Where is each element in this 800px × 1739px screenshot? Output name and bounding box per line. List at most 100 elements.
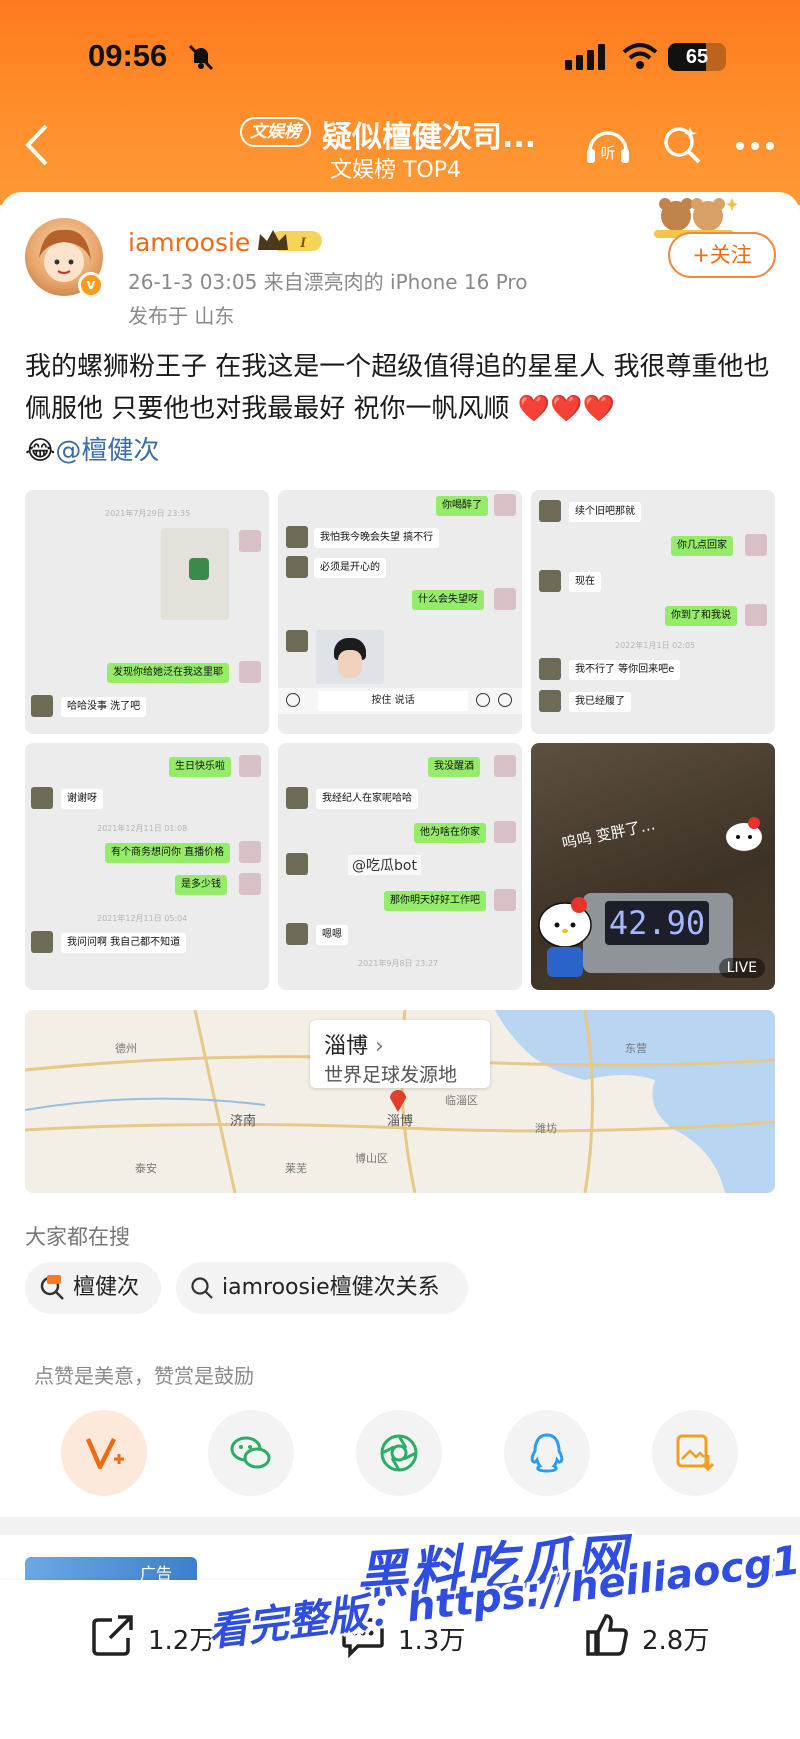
chat-avatar [494, 494, 516, 516]
chat-bubble: 续个旧吧那就 [569, 502, 641, 522]
chat-avatar [239, 530, 261, 552]
chat-screenshot-2[interactable]: 你喝醉了 我怕我今晚会失望 搞不行 必须是开心的 什么会失望呀 按住 说话 [278, 490, 522, 734]
chat-bubble: 你到了和我说 [665, 606, 737, 626]
chat-avatar [539, 570, 561, 592]
save-image-icon [676, 1434, 715, 1472]
like-button[interactable]: 2.8万 [584, 1612, 754, 1662]
chat-avatar [494, 889, 516, 911]
image-watermark: @吃瓜bot [348, 855, 421, 875]
wechat-share-button[interactable] [208, 1410, 294, 1496]
search-icon[interactable] [660, 123, 704, 167]
qq-icon [530, 1433, 564, 1473]
back-button[interactable] [18, 120, 58, 170]
chat-bubble: 你几点回家 [671, 536, 733, 556]
chat-bubble: 我经纪人在家呢哈哈 [316, 789, 418, 809]
chat-avatar [31, 787, 53, 809]
chat-bubble: 我已经履了 [569, 692, 631, 712]
chat-timestamp: 2022年1月1日 02:05 [615, 641, 696, 650]
shirt-print [189, 558, 209, 580]
chat-screenshot-4[interactable]: 生日快乐啦 谢谢呀 2021年12月11日 01:08 有个商务想问你 直播价格… [25, 743, 269, 990]
chat-avatar [31, 931, 53, 953]
member-level-text: I [299, 235, 307, 251]
chat-bubble: 现在 [569, 572, 601, 592]
hot-search-icon [40, 1275, 64, 1300]
search-chip-1[interactable]: 檀健次 [25, 1262, 161, 1314]
live-photo-badge: LIVE [718, 958, 765, 978]
search-icon [191, 1277, 213, 1299]
post-body: 我的螺狮粉王子 在我这是一个超级值得追的星星人 我很尊重他也佩服他 只要他也对我… [25, 346, 775, 472]
chat-input-bar: 按住 说话 [278, 688, 522, 714]
chat-bubble: 我不行了 等你回来吧e [569, 660, 681, 680]
chat-bubble: 哈哈没事 洗了吧 [61, 697, 147, 717]
search-chip-2[interactable]: iamroosie檀健次关系 [176, 1262, 468, 1314]
chat-screenshot-1[interactable]: 2021年7月29日 23:35 发现你给她泛在我这里耶 哈哈没事 洗了吧 [25, 490, 269, 734]
post-meta: 26-1-3 03:05 来自漂亮肉的 iPhone 16 Pro [128, 270, 528, 294]
chat-bubble: 发现你给她泛在我这里耶 [107, 663, 229, 683]
member-crown-icon[interactable]: I [256, 226, 326, 256]
chat-bubble: 生日快乐啦 [169, 757, 231, 777]
vplus-icon [85, 1437, 124, 1470]
chat-timestamp: 2021年9月8日 23:27 [358, 959, 439, 968]
chat-avatar [539, 658, 561, 680]
chat-screenshot-5[interactable]: 我没醒酒 我经纪人在家呢哈哈 他为啥在你家 @吃瓜bot 那你明天好好工作吧 嗯… [278, 743, 522, 990]
chat-avatar [239, 873, 261, 895]
map-city: 淄博 › [324, 1028, 384, 1060]
chat-bubble: 我怕我今晚会失望 搞不行 [314, 528, 440, 548]
thumbs-up-icon [586, 1614, 628, 1656]
username[interactable]: iamroosie [128, 228, 250, 257]
mention-link[interactable]: @檀健次 [55, 436, 159, 466]
map-location-label[interactable]: 淄博 › 世界足球发源地 [310, 1020, 490, 1088]
hello-kitty-icon [726, 817, 762, 851]
hello-kitty-sticker-icon [538, 897, 592, 977]
more-icon[interactable] [730, 126, 780, 166]
map-place: 济南 [230, 1114, 257, 1129]
verified-badge-icon: v [78, 272, 104, 298]
battery-indicator: 65 [668, 43, 726, 71]
search-chip-2-label: iamroosie檀健次关系 [222, 1275, 440, 1300]
chat-avatar [286, 556, 308, 578]
vplus-button[interactable] [61, 1410, 147, 1496]
chat-avatar [539, 690, 561, 712]
handwriting-text: 呜呜 变胖了… [560, 815, 657, 853]
chat-bubble: 我没醒酒 [428, 757, 480, 777]
emoji-icon [476, 693, 490, 707]
plus-icon [498, 693, 512, 707]
chat-bubble: 必须是开心的 [314, 558, 386, 578]
map-pin-icon [390, 1090, 406, 1112]
chat-avatar [239, 755, 261, 777]
post-text: 我的螺狮粉王子 在我这是一个超级值得追的星星人 我很尊重他也佩服他 只要他也对我… [25, 352, 770, 424]
qq-share-button[interactable] [504, 1410, 590, 1496]
map-place: 德州 [115, 1042, 137, 1055]
scale-photo[interactable]: 呜呜 变胖了… 42.90 LIVE [531, 743, 775, 990]
chat-bubble: 你喝醉了 [436, 496, 488, 516]
moments-share-button[interactable] [356, 1410, 442, 1496]
chat-bubble: 是多少钱 [175, 875, 227, 895]
map-place: 莱芜 [285, 1162, 307, 1175]
chat-avatar [745, 604, 767, 626]
image-grid: 2021年7月29日 23:35 发现你给她泛在我这里耶 哈哈没事 洗了吧 你喝… [25, 490, 775, 990]
hot-search-title: 大家都在搜 [25, 1225, 130, 1249]
search-chip-1-label: 檀健次 [73, 1275, 140, 1300]
map-place: 博山区 [355, 1152, 388, 1165]
chat-avatar [286, 923, 308, 945]
save-image-button[interactable] [652, 1410, 738, 1496]
page-subtitle[interactable]: 文娱榜 TOP4 [330, 152, 461, 184]
chat-avatar [494, 755, 516, 777]
chat-bubble: 我问问啊 我自己都不知道 [61, 933, 187, 953]
follow-button[interactable]: +关注 [668, 232, 776, 278]
chat-bubble: 那你明天好好工作吧 [384, 891, 486, 911]
chat-avatar [745, 534, 767, 556]
svg-text:听: 听 [600, 144, 615, 162]
chat-avatar [286, 526, 308, 548]
chat-avatar [239, 841, 261, 863]
map-description: 世界足球发源地 [324, 1064, 458, 1086]
battery-text: 65 [685, 46, 709, 68]
map-place: 淄博 [387, 1114, 414, 1129]
listen-icon[interactable]: 听 [584, 123, 632, 167]
reward-hint: 点赞是美意，赞赏是鼓励 [34, 1364, 254, 1388]
ranking-tag[interactable]: 文娱榜 [240, 117, 311, 147]
wifi-icon [622, 43, 658, 69]
like-count: 2.8万 [642, 1626, 710, 1656]
chat-screenshot-3[interactable]: 续个旧吧那就 你几点回家 现在 你到了和我说 2022年1月1日 02:05 我… [531, 490, 775, 734]
map-place: 东营 [625, 1042, 647, 1055]
